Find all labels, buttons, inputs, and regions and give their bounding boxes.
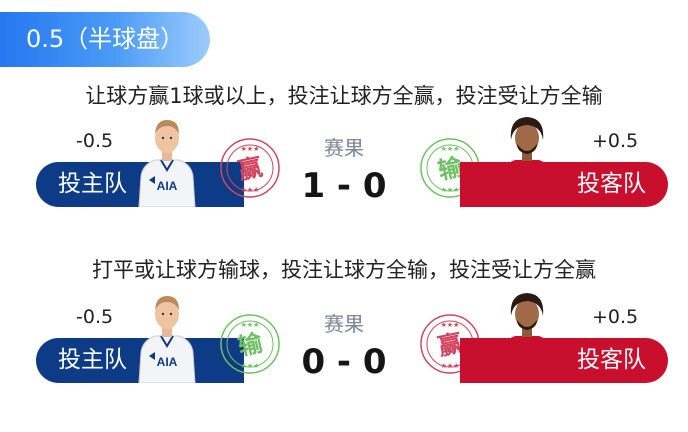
match-score: 1 - 0	[301, 166, 387, 206]
svg-text:★★★: ★★★	[241, 321, 260, 329]
svg-text:AIA: AIA	[157, 355, 178, 369]
result-label: 赛果	[324, 312, 364, 336]
scenario-row: -0.5 投主队 AIA 输 ★★★ ★★★ 赛果 0 - 0 赢 ★★★ ★★…	[0, 290, 688, 390]
win-stamp-icon: 赢 ★★★ ★★★	[220, 138, 280, 198]
handicap-type-tag: 0.5（半球盘）	[0, 12, 210, 67]
scenario-rule-text: 打平或让球方输球，投注让球方全输，投注受让方全赢	[92, 258, 596, 282]
svg-text:★★★: ★★★	[241, 186, 260, 194]
bet-away-button[interactable]: 投客队	[460, 162, 668, 207]
match-score: 0 - 0	[301, 342, 387, 382]
lose-stamp-icon: 输 ★★★ ★★★	[220, 314, 280, 374]
handicap-explainer-card: 0.5（半球盘） 让球方赢1球或以上，投注让球方全赢，投注受让方全输 -0.5 …	[0, 0, 688, 432]
home-player-icon: AIA	[138, 296, 196, 383]
svg-text:★★★: ★★★	[241, 145, 260, 153]
svg-text:赢: 赢	[236, 153, 265, 185]
home-handicap-value: -0.5	[76, 130, 114, 152]
svg-text:★★★: ★★★	[441, 186, 460, 194]
home-handicap-value: -0.5	[76, 306, 114, 328]
home-player-icon: AIA	[138, 120, 196, 207]
svg-text:★★★: ★★★	[241, 362, 260, 370]
svg-text:输: 输	[236, 329, 266, 362]
svg-text:AIA: AIA	[157, 179, 178, 193]
scenario-rule-text: 让球方赢1球或以上，投注让球方全赢，投注受让方全输	[85, 84, 603, 108]
scenario-row: -0.5 投主队 AIA 赢 ★★★ ★★★ 赛果 1 - 0 输 ★★★ ★★…	[0, 114, 688, 214]
bet-away-button[interactable]: 投客队	[460, 338, 668, 383]
away-handicap-value: +0.5	[592, 306, 639, 328]
result-label: 赛果	[324, 136, 364, 160]
svg-text:★★★: ★★★	[441, 362, 460, 370]
svg-text:★★★: ★★★	[441, 145, 460, 153]
away-handicap-value: +0.5	[592, 130, 639, 152]
svg-text:★★★: ★★★	[441, 321, 460, 329]
